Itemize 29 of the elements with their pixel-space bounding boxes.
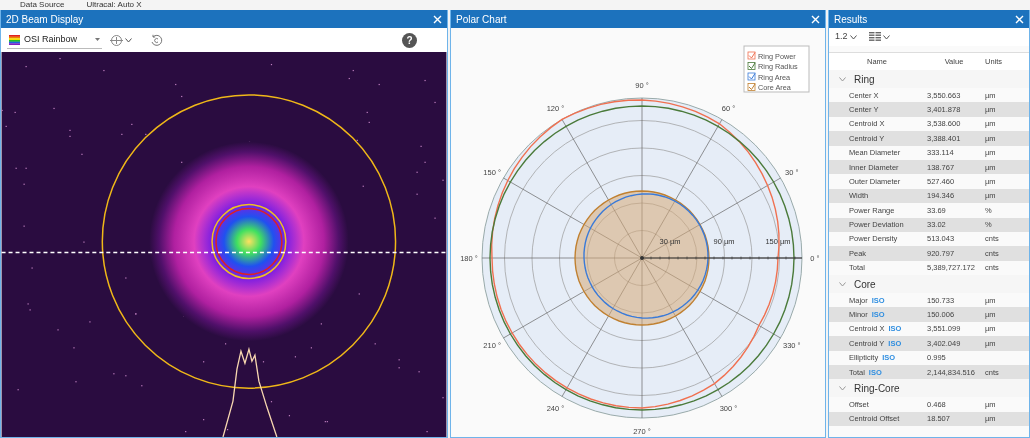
columns-dropdown[interactable] <box>868 32 890 42</box>
chevron-icon <box>882 34 890 40</box>
chevron-icon <box>849 34 857 40</box>
center-dot <box>640 256 644 260</box>
panel-title: Polar Chart <box>456 12 507 27</box>
group-toggle[interactable]: Core <box>839 277 876 293</box>
group-toggle[interactable]: Ring <box>839 72 875 87</box>
panel-title: 2D Beam Display <box>6 12 84 27</box>
caret-icon <box>95 38 101 41</box>
close-icon[interactable] <box>1015 14 1024 24</box>
crosshair-dropdown[interactable] <box>110 33 133 47</box>
reset-icon <box>150 33 164 47</box>
rainbow-icon <box>9 34 20 45</box>
panel-title: Results <box>834 12 868 27</box>
palette-dropdown[interactable]: OSI Rainbow <box>7 30 103 50</box>
close-icon[interactable] <box>811 14 820 24</box>
crosshair-icon <box>110 33 124 47</box>
legend-checkbox[interactable] <box>747 62 756 70</box>
menu-item[interactable]: Ultracal: Auto X <box>86 0 142 10</box>
legend-checkbox[interactable] <box>747 83 756 91</box>
columns-icon <box>868 32 881 42</box>
menu-item[interactable]: Data Source <box>20 0 65 10</box>
reset-button[interactable] <box>150 33 164 47</box>
legend-checkbox[interactable] <box>747 51 756 60</box>
chevron-icon <box>125 37 133 43</box>
legend-checkbox[interactable] <box>747 72 756 81</box>
close-icon[interactable] <box>433 14 442 24</box>
precision-dropdown[interactable]: 1.2 <box>835 30 857 44</box>
help-button[interactable]: ? <box>402 32 417 48</box>
